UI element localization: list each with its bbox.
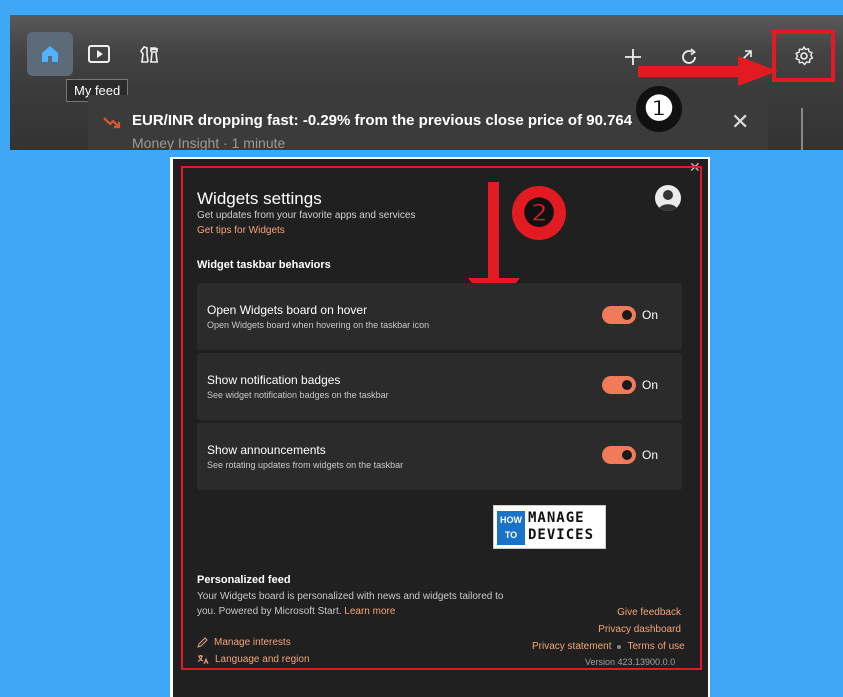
trend-down-icon	[103, 117, 121, 129]
give-feedback-link[interactable]: Give feedback	[617, 607, 681, 618]
hover-toggle[interactable]	[602, 306, 636, 324]
pencil-icon	[197, 637, 208, 648]
video-button[interactable]	[76, 32, 122, 76]
setting-title: Show announcements	[207, 443, 326, 457]
setting-title: Open Widgets board on hover	[207, 303, 368, 317]
badges-toggle[interactable]	[602, 376, 636, 394]
games-button[interactable]	[126, 32, 172, 76]
home-icon	[42, 46, 58, 62]
avatar[interactable]	[655, 185, 681, 211]
step-1-badge: ❶	[636, 86, 682, 132]
step-2-badge: ❷	[512, 186, 566, 240]
setting-description: See rotating updates from widgets on the…	[207, 460, 404, 470]
manage-interests-link[interactable]: Manage interests	[197, 637, 291, 648]
setting-title: Show notification badges	[207, 373, 341, 387]
news-title[interactable]: EUR/INR dropping fast: -0.29% from the p…	[132, 112, 632, 129]
learn-more-link[interactable]: Learn more	[344, 606, 395, 617]
how-to-manage-devices-logo: HOW TO MANAGE DEVICES	[493, 505, 606, 549]
video-icon	[88, 45, 110, 63]
language-region-link[interactable]: Language and region	[197, 654, 310, 665]
user-icon	[658, 190, 678, 211]
version-text: Version 423.13900.0.0	[585, 657, 676, 667]
personalized-feed-title: Personalized feed	[197, 574, 291, 586]
news-source: Money Insight · 1 minute	[132, 135, 286, 150]
language-icon	[197, 655, 209, 665]
chess-icon	[140, 46, 158, 63]
setting-description: See widget notification badges on the ta…	[207, 390, 389, 400]
gear-icon	[794, 46, 813, 66]
setting-card-hover: Open Widgets board on hover Open Widgets…	[197, 283, 682, 350]
separator-dot	[617, 644, 622, 649]
red-arrow-right-icon	[638, 56, 778, 86]
privacy-statement-link[interactable]: Privacy statement	[532, 641, 611, 652]
toggle-state: On	[642, 308, 659, 322]
privacy-links: Privacy statement Terms of use	[532, 641, 685, 652]
scrollbar[interactable]	[801, 108, 803, 150]
setting-description: Open Widgets board when hovering on the …	[207, 320, 430, 330]
page-title: Widgets settings	[197, 189, 322, 208]
settings-button[interactable]	[772, 30, 835, 82]
logo-how-to: HOW TO	[497, 511, 525, 545]
terms-of-use-link[interactable]: Terms of use	[627, 641, 684, 652]
close-icon[interactable]: ✕	[731, 109, 749, 135]
privacy-dashboard-link[interactable]: Privacy dashboard	[598, 624, 681, 635]
personalized-feed-description: Your Widgets board is personalized with …	[197, 591, 504, 617]
setting-card-announcements: Show announcements See rotating updates …	[197, 423, 682, 490]
close-icon[interactable]: ✕	[689, 159, 701, 176]
toggle-state: On	[642, 378, 659, 392]
logo-manage-devices: MANAGE DEVICES	[528, 510, 595, 543]
home-button[interactable]	[27, 32, 73, 76]
section-title: Widget taskbar behaviors	[197, 259, 331, 271]
setting-card-badges: Show notification badges See widget noti…	[197, 353, 682, 420]
toggle-state: On	[642, 448, 659, 462]
tips-link[interactable]: Get tips for Widgets	[197, 225, 285, 236]
announcements-toggle[interactable]	[602, 446, 636, 464]
page-subtitle: Get updates from your favorite apps and …	[197, 210, 416, 221]
